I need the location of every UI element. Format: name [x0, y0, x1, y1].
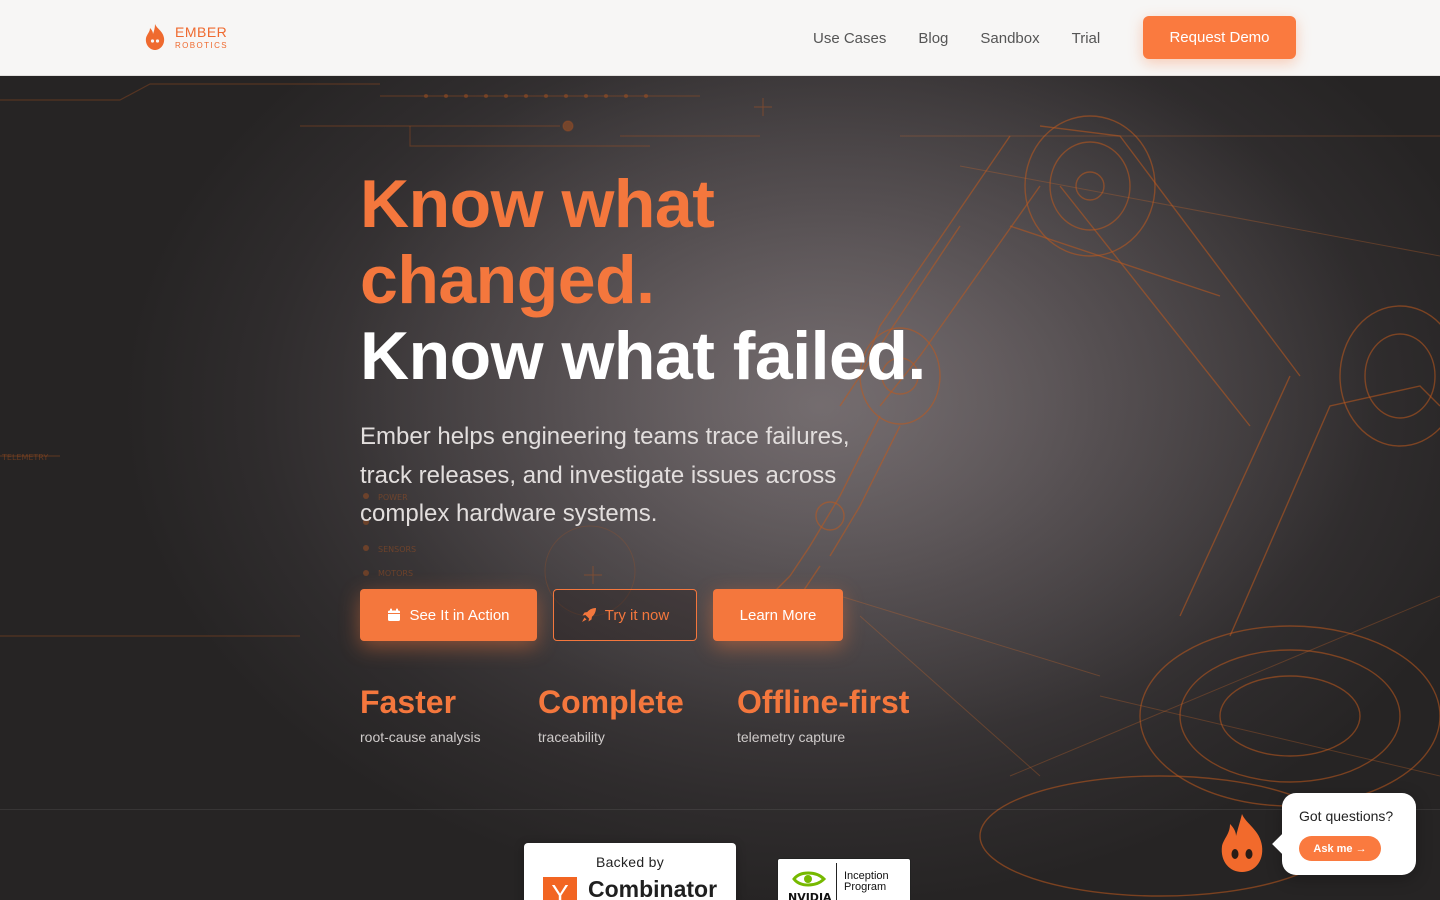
- stat-subtitle: telemetry capture: [737, 729, 846, 745]
- stat-title: Complete: [538, 684, 684, 720]
- stat-title: Offline-first: [737, 684, 910, 720]
- bg-motors-label: MOTORS: [378, 569, 413, 578]
- hero-subtitle: Ember helps engineering teams trace fail…: [360, 423, 850, 527]
- try-it-now-button[interactable]: Try it now: [553, 589, 697, 641]
- main-nav: Use Cases Blog Sandbox Trial: [797, 0, 1116, 76]
- nav-sandbox[interactable]: Sandbox: [980, 30, 1039, 47]
- bg-telemetry-label: TELEMETRY: [1, 453, 48, 462]
- hero-section: TELEMETRY POWER SENSORS MOTORS Know what…: [0, 76, 1440, 900]
- see-it-in-action-button[interactable]: See It in Action: [360, 589, 537, 641]
- stat-offline-first: Offline-first telemetry capture: [737, 684, 909, 745]
- nvidia-separator: [836, 863, 837, 900]
- bg-sensors-label: SENSORS: [378, 545, 416, 554]
- stat-faster: Faster root-cause analysis: [360, 684, 481, 745]
- stat-subtitle: root-cause analysis: [360, 729, 481, 745]
- try-it-now-label: Try it now: [604, 606, 670, 624]
- yc-backed-by-text: Backed by: [595, 854, 665, 870]
- nvidia-program-text: Inception Program: [844, 871, 889, 893]
- learn-more-button[interactable]: Learn More: [713, 589, 843, 641]
- stat-subtitle: traceability: [538, 729, 605, 745]
- nav-blog[interactable]: Blog: [918, 30, 948, 47]
- nvidia-line-2: Program: [844, 881, 887, 893]
- headline-line-3: Know what failed.: [360, 318, 926, 394]
- rocket-icon: [581, 608, 596, 622]
- nvidia-wordmark: NVIDIA: [788, 891, 832, 900]
- hero-cta-row: See It in Action Try it now Learn More: [360, 589, 843, 641]
- brand-tagline: ROBOTICS: [175, 40, 228, 50]
- nav-use-cases[interactable]: Use Cases: [813, 30, 886, 47]
- hero-headline: Know what changed. Know what failed.: [360, 166, 926, 394]
- y-combinator-badge[interactable]: Backed by Y Combinator: [524, 843, 736, 900]
- stat-title: Faster: [360, 684, 457, 720]
- section-divider: [0, 809, 1440, 810]
- chat-mascot-flame-icon[interactable]: [1216, 812, 1268, 874]
- site-header: EMBER ROBOTICS Use Cases Blog Sandbox Tr…: [0, 0, 1440, 76]
- headline-line-2: changed.: [360, 242, 655, 318]
- see-it-in-action-label: See It in Action: [409, 606, 510, 624]
- nvidia-inception-badge[interactable]: NVIDIA Inception Program: [777, 858, 911, 900]
- y-combinator-logo-icon: Y: [543, 877, 577, 900]
- brand-logo[interactable]: EMBER ROBOTICS: [143, 23, 228, 51]
- stat-complete: Complete traceability: [538, 684, 684, 745]
- flame-logo-icon: [145, 24, 165, 50]
- yc-name: Combinator: [588, 876, 718, 900]
- headline-line-1: Know what: [360, 166, 715, 242]
- chat-bubble: Got questions? Ask me →: [1282, 793, 1416, 875]
- logo-text: EMBER ROBOTICS: [175, 25, 228, 50]
- nvidia-logo-icon: NVIDIA: [788, 871, 832, 900]
- ask-me-button[interactable]: Ask me →: [1299, 836, 1381, 861]
- chat-question: Got questions?: [1299, 808, 1394, 824]
- request-demo-button[interactable]: Request Demo: [1143, 16, 1296, 59]
- brand-name: EMBER: [175, 23, 228, 40]
- nav-trial[interactable]: Trial: [1072, 30, 1101, 47]
- calendar-icon: [388, 608, 401, 621]
